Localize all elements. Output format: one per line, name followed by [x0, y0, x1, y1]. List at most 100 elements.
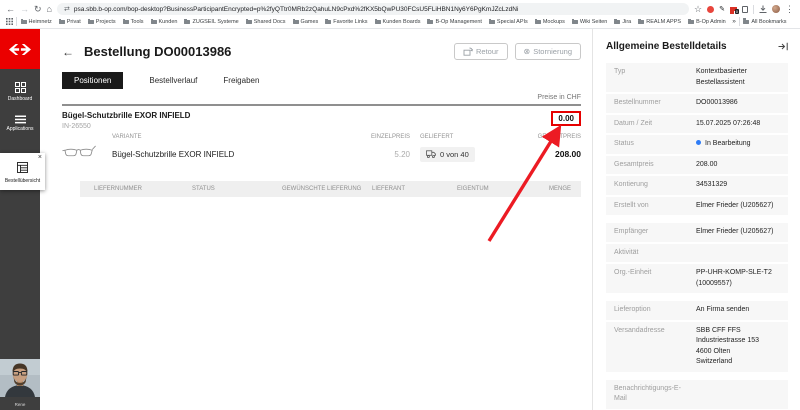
- detail-value: [696, 248, 780, 259]
- folder-icon: [325, 18, 332, 24]
- bookmark-folder[interactable]: Kunden Boards: [371, 18, 424, 25]
- folder-icon: [87, 18, 94, 24]
- bookmarks-overflow-chevron[interactable]: »: [729, 18, 739, 25]
- folder-icon: [638, 18, 645, 24]
- detail-row: Bestellnummer DO00013986: [606, 94, 788, 113]
- bookmark-folder[interactable]: ZUGSEIL Systeme: [181, 18, 242, 25]
- bookmark-folder[interactable]: Kunden: [147, 18, 181, 25]
- detail-row: Org.-Einheit PP-UHR-KOMP-SLE-T2 (1000955…: [606, 264, 788, 293]
- all-bookmarks-label: All Bookmarks: [751, 18, 787, 25]
- bookmark-folder[interactable]: Favorite Links: [322, 18, 371, 25]
- address-bar[interactable]: ⇄ psa.sbb.b-op.com/bop-desktop?BusinessP…: [56, 3, 690, 15]
- detail-value: In Bearbeitung: [696, 139, 780, 150]
- site-sync-icon: ⇄: [63, 6, 70, 13]
- delivery-column-label: LIEFERNUMMER: [94, 186, 143, 192]
- folder-icon: [184, 18, 191, 24]
- detail-row: Kontierung 34531329: [606, 176, 788, 195]
- browser-toolbar: ← → ↻ ⌂ ⇄ psa.sbb.b-op.com/bop-desktop?B…: [0, 0, 800, 17]
- browser-menu-icon[interactable]: ⋮: [785, 4, 794, 14]
- stornierung-button[interactable]: ⊗ Stornierung: [514, 43, 581, 60]
- folder-icon: [20, 18, 27, 24]
- bookmark-label: B-Op Management: [435, 18, 482, 25]
- bookmark-label: Shared Docs: [253, 18, 286, 25]
- extension-red-icon[interactable]: [707, 5, 715, 13]
- delivery-column-label: EIGENTUM: [457, 186, 489, 192]
- bookmark-label: Projects: [95, 18, 116, 25]
- bookmark-folder[interactable]: B-Op Admin: [685, 18, 730, 25]
- tab[interactable]: Freigaben: [223, 72, 259, 89]
- apps-grid-icon[interactable]: [6, 18, 13, 25]
- bookmark-folder[interactable]: B-Op Management: [424, 18, 485, 25]
- folder-icon: [150, 18, 157, 24]
- download-icon[interactable]: [759, 5, 767, 13]
- bookmark-folder[interactable]: Special APIs: [485, 18, 531, 25]
- detail-row: Erstellt von Elmer Frieder (U205627): [606, 196, 788, 215]
- order-list-icon: [17, 162, 28, 173]
- bookmark-label: Jira: [622, 18, 632, 25]
- sidebar-item-dashboard[interactable]: Dashboard: [0, 82, 40, 102]
- detail-value: 15.07.2025 07:26:48: [696, 119, 761, 127]
- extension-badge: 0: [734, 8, 739, 14]
- app-frame: Dashboard Applications × Bestellübersich…: [0, 29, 800, 410]
- detail-value: Kontextbasierter Bestellassistent: [696, 68, 747, 86]
- column-gesamtpreis: GESAMTPREIS: [537, 134, 581, 140]
- main-content: ← Bestellung DO00013986 Retour ⊗ Stornie…: [40, 29, 592, 410]
- user-avatar-block[interactable]: Rene: [0, 358, 40, 408]
- bookmark-folder[interactable]: Games: [289, 18, 322, 25]
- bookmark-folder[interactable]: Tools: [119, 18, 147, 25]
- detail-row: Aktivität: [606, 243, 788, 262]
- extension-pen-icon[interactable]: ✎: [719, 5, 725, 13]
- folder-icon: [488, 18, 495, 24]
- sidebar-item-bestelluebersicht[interactable]: × Bestellübersicht: [0, 153, 45, 190]
- browser-back-icon[interactable]: ←: [6, 4, 15, 14]
- detail-value: 208.00: [696, 160, 718, 168]
- detail-row: Versandadresse SBB CFF FFS Industriestra…: [606, 321, 788, 372]
- bookmark-label: Privat: [66, 18, 81, 25]
- detail-value: DO00013986: [696, 99, 738, 106]
- browser-forward-icon[interactable]: →: [20, 4, 29, 14]
- header-actions: Retour ⊗ Stornierung: [454, 43, 581, 60]
- bookmark-folder[interactable]: Privat: [55, 18, 84, 25]
- bookmark-folder[interactable]: REALM APPS: [635, 18, 685, 25]
- bookmark-folder[interactable]: Shared Docs: [242, 18, 289, 25]
- column-geliefert: GELIEFERT: [420, 134, 454, 140]
- details-panel-header: Allgemeine Bestelldetails: [606, 41, 788, 52]
- detail-value: PP-UHR-KOMP-SLE-T2 (10009557): [696, 269, 772, 287]
- detail-label: Typ: [614, 68, 626, 75]
- folder-icon: [534, 18, 541, 24]
- product-card-head: Bügel-Schutzbrille EXOR INFIELD IN-26550…: [62, 111, 581, 130]
- tab[interactable]: Positionen: [62, 72, 124, 89]
- back-arrow-icon[interactable]: ←: [62, 45, 74, 59]
- bookmark-folder[interactable]: Mockups: [531, 18, 568, 25]
- collapse-panel-icon[interactable]: [778, 42, 788, 51]
- order-position-card: Bügel-Schutzbrille EXOR INFIELD IN-26550…: [62, 104, 581, 197]
- bookmark-folder[interactable]: Jira: [611, 18, 635, 25]
- browser-reload-icon[interactable]: ↻: [34, 4, 42, 14]
- detail-value: SBB CFF FFS Industriestrasse 153 4600 Ol…: [696, 326, 760, 366]
- bookmark-label: Heimnetz: [28, 18, 52, 25]
- bookmark-label: Games: [300, 18, 319, 25]
- all-bookmarks[interactable]: All Bookmarks: [740, 18, 790, 25]
- close-icon[interactable]: ×: [38, 153, 42, 162]
- bookmark-folder[interactable]: Heimnetz: [17, 18, 55, 25]
- position-row[interactable]: Bügel-Schutzbrille EXOR INFIELD 5.20 0 v…: [62, 144, 581, 164]
- bookmark-folder[interactable]: Projects: [84, 18, 119, 25]
- retour-button[interactable]: Retour: [454, 43, 508, 60]
- detail-label: Aktivität: [614, 248, 639, 256]
- tab[interactable]: Bestellverlauf: [149, 72, 197, 89]
- tab-bar: Positionen Bestellverlauf Freigaben: [62, 72, 581, 89]
- bookmark-folder[interactable]: Wiki Seiten: [568, 18, 611, 25]
- extension-page-icon[interactable]: [742, 5, 748, 13]
- extension-squares-icon[interactable]: 0: [730, 7, 739, 14]
- folder-icon: [245, 18, 252, 24]
- detail-value: Elmer Frieder (U205627): [696, 228, 774, 235]
- browser-profile-avatar[interactable]: [772, 5, 780, 13]
- folder-icon: [122, 18, 129, 24]
- cancel-circle-icon: ⊗: [523, 46, 531, 56]
- detail-label: Org.-Einheit: [614, 269, 652, 276]
- sidebar-item-applications[interactable]: Applications: [0, 115, 40, 132]
- product-title: Bügel-Schutzbrille EXOR INFIELD: [62, 111, 191, 120]
- bookmark-star-icon[interactable]: ☆: [694, 4, 702, 14]
- position-total: 208.00: [555, 149, 581, 159]
- browser-home-icon[interactable]: ⌂: [47, 4, 52, 14]
